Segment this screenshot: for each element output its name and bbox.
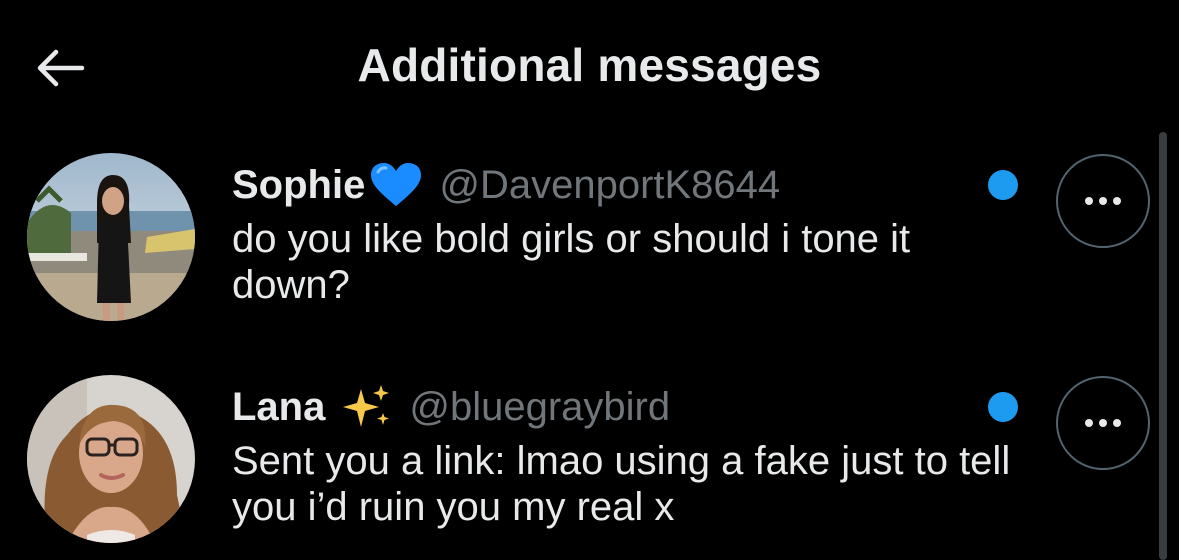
- more-options-button[interactable]: [1056, 376, 1150, 470]
- more-horizontal-icon: [1085, 419, 1121, 427]
- sender-line: Sophie @DavenportK8644: [232, 158, 780, 212]
- sender-name[interactable]: Sophie: [232, 163, 365, 208]
- sender-name[interactable]: Lana: [232, 385, 325, 430]
- avatar[interactable]: [27, 375, 195, 543]
- unread-indicator: [988, 170, 1018, 200]
- unread-indicator: [988, 392, 1018, 422]
- more-horizontal-icon: [1085, 197, 1121, 205]
- scrollbar[interactable]: [1159, 132, 1167, 560]
- message-request-row[interactable]: Lana @bluegraybird Sent you a link: lmao…: [0, 372, 1150, 552]
- avatar[interactable]: [27, 153, 195, 321]
- more-options-button[interactable]: [1056, 154, 1150, 248]
- blue-heart-icon: [369, 162, 423, 208]
- sender-line: Lana @bluegraybird: [232, 380, 670, 434]
- message-preview: Sent you a link: lmao using a fake just …: [232, 439, 1011, 529]
- page-title: Additional messages: [357, 39, 822, 91]
- sender-handle[interactable]: @bluegraybird: [409, 385, 670, 430]
- top-bar: Additional messages: [0, 0, 1179, 132]
- message-request-row[interactable]: Sophie @DavenportK8644 do you like bold …: [0, 150, 1150, 330]
- sender-handle[interactable]: @DavenportK8644: [439, 163, 780, 208]
- sparkles-icon: [339, 383, 393, 431]
- message-preview: do you like bold girls or should i tone …: [232, 217, 911, 307]
